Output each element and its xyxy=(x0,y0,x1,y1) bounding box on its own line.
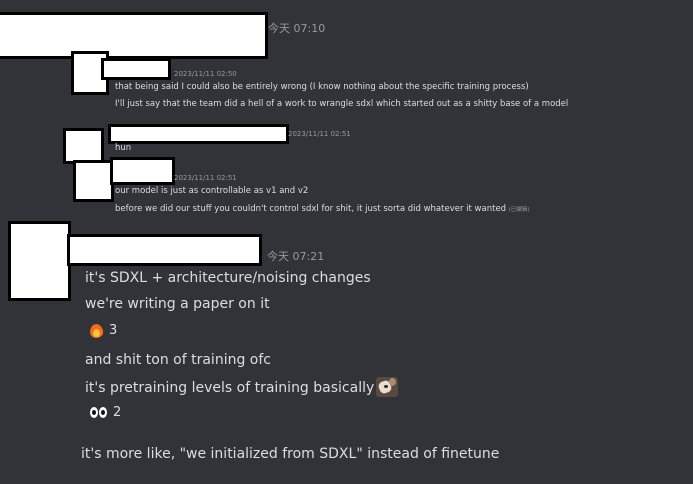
edited-label: (已编辑) xyxy=(508,207,530,213)
reaction-count: 3 xyxy=(109,322,118,338)
message-timestamp: 今天 07:10 xyxy=(268,22,326,35)
redacted-username xyxy=(67,234,262,266)
redacted-username xyxy=(110,157,175,185)
redacted-avatar xyxy=(73,160,114,202)
redacted-username xyxy=(0,12,268,59)
message-text: that being said I could also be entirely… xyxy=(115,82,529,92)
reaction-count: 2 xyxy=(113,404,122,420)
message-text: it's more like, "we initialized from SDX… xyxy=(81,446,500,462)
custom-emoji-icon xyxy=(376,377,399,397)
message-text: it's SDXL + architecture/noising changes xyxy=(85,270,371,286)
eyes-icon xyxy=(90,406,107,418)
message-text: it's pretraining levels of training basi… xyxy=(85,377,399,397)
redacted-username xyxy=(101,58,171,80)
message-timestamp: 今天 07:21 xyxy=(267,250,325,263)
redacted-username xyxy=(108,124,289,144)
reaction-fire[interactable]: 3 xyxy=(86,319,121,341)
message-text: we're writing a paper on it xyxy=(85,296,270,312)
message-text-content: it's pretraining levels of training basi… xyxy=(85,380,375,396)
message-text: hun xyxy=(115,143,132,153)
message-text-content: before we did our stuff you couldn't con… xyxy=(115,204,507,214)
message-timestamp: 2023/11/11 02:51 xyxy=(288,130,351,138)
redacted-avatar xyxy=(63,128,104,164)
reaction-eyes[interactable]: 2 xyxy=(86,401,125,423)
message-text: our model is just as controllable as v1 … xyxy=(115,186,309,196)
message-timestamp: 2023/11/11 02:51 xyxy=(174,174,237,182)
fire-icon xyxy=(89,322,104,339)
message-text: and shit ton of training ofc xyxy=(85,352,271,368)
message-text: before we did our stuff you couldn't con… xyxy=(115,204,530,214)
redacted-avatar xyxy=(8,221,71,301)
message-text: I'll just say that the team did a hell o… xyxy=(115,99,569,109)
message-timestamp: 2023/11/11 02:50 xyxy=(174,70,237,78)
